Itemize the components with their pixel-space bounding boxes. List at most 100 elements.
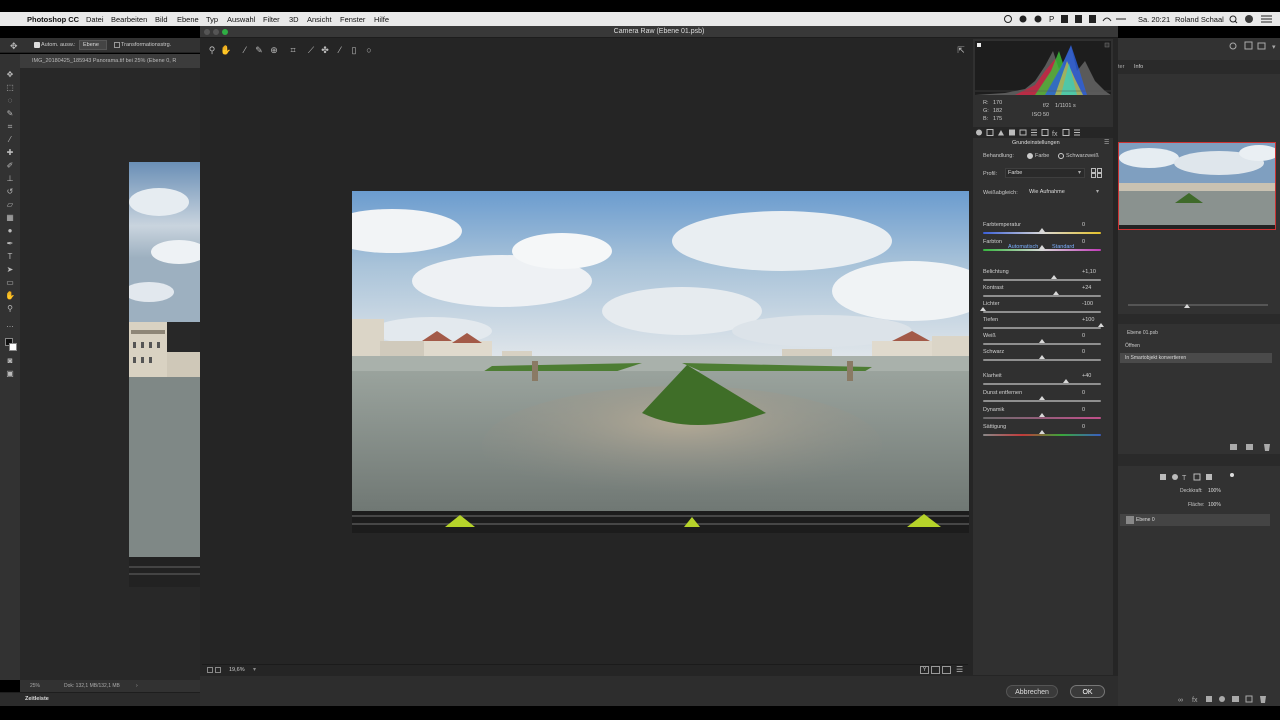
menu-typ[interactable]: Typ <box>206 15 218 24</box>
slider-value[interactable]: +100 <box>1082 317 1098 323</box>
slider-thumb[interactable] <box>1039 339 1045 343</box>
adjustment-brush-icon[interactable]: ⁄ <box>334 44 346 56</box>
menu-app-name[interactable]: Photoshop CC <box>27 15 79 24</box>
eraser-icon[interactable]: ▱ <box>5 200 15 210</box>
slider-value[interactable]: 0 <box>1082 407 1098 413</box>
slider-track[interactable] <box>983 311 1101 313</box>
slider-track[interactable] <box>983 359 1101 361</box>
menu-hilfe[interactable]: Hilfe <box>374 15 389 24</box>
menu-auswahl[interactable]: Auswahl <box>227 15 255 24</box>
navigator-thumbnail[interactable] <box>1118 142 1276 230</box>
slider-thumb[interactable] <box>1039 396 1045 400</box>
ps-document-tab[interactable]: IMG_20180425_185943 Panorama.tif bei 25%… <box>20 54 200 68</box>
slider-value[interactable]: +1,10 <box>1082 269 1098 275</box>
marquee-icon[interactable]: ⬚ <box>5 83 15 93</box>
copy-settings-icon[interactable] <box>942 666 951 674</box>
quick-mask-icon[interactable]: ◙ <box>5 356 15 366</box>
spot-removal-icon[interactable]: ✤ <box>319 44 331 56</box>
zoom-icon[interactable]: ⚲ <box>5 304 15 314</box>
slider-track[interactable] <box>983 417 1101 419</box>
menu-3d[interactable]: 3D <box>289 15 299 24</box>
menu-bild[interactable]: Bild <box>155 15 168 24</box>
before-after-icon[interactable]: Y <box>920 666 929 674</box>
zoom-tool-icon[interactable]: ⚲ <box>206 44 218 56</box>
dodge-icon[interactable]: ● <box>5 226 15 236</box>
stamp-icon[interactable]: ⊥ <box>5 174 15 184</box>
hand-icon[interactable]: ✋ <box>5 291 15 301</box>
layer-row[interactable]: Ebene 0 <box>1120 514 1270 526</box>
history-file-row[interactable]: Ebene 01.psb <box>1118 328 1272 338</box>
layer-name[interactable]: Ebene 0 <box>1136 517 1155 523</box>
slider-value[interactable]: +40 <box>1082 373 1098 379</box>
type-icon[interactable]: T <box>5 252 15 262</box>
healing-icon[interactable]: ✚ <box>5 148 15 158</box>
white-balance-tool-icon[interactable]: ⁄ <box>239 44 251 56</box>
menubar-extras[interactable] <box>1228 14 1276 24</box>
history-brush-icon[interactable]: ↺ <box>5 187 15 197</box>
quick-select-icon[interactable]: ✎ <box>5 109 15 119</box>
slider-track[interactable] <box>983 383 1101 385</box>
history-item-selected[interactable]: In Smartobjekt konvertieren <box>1120 353 1272 363</box>
tab-info[interactable]: Info <box>1134 64 1143 70</box>
radial-filter-icon[interactable]: ○ <box>363 44 375 56</box>
slider-thumb[interactable] <box>1039 228 1045 232</box>
transform-checkbox[interactable] <box>114 42 120 48</box>
navigator-zoom-thumb[interactable] <box>1184 304 1190 308</box>
opacity-value[interactable]: 100% <box>1208 488 1221 494</box>
lasso-icon[interactable]: ◌ <box>5 96 15 106</box>
auto-select-dropdown[interactable]: Ebene <box>79 40 107 50</box>
path-select-icon[interactable]: ➤ <box>5 265 15 275</box>
pen-icon[interactable]: ✒ <box>5 239 15 249</box>
slider-track[interactable] <box>983 232 1101 234</box>
eyedropper-icon[interactable]: ⁄ <box>5 135 15 145</box>
menu-datei[interactable]: Datei <box>86 15 104 24</box>
close-window-icon[interactable] <box>204 29 210 35</box>
fill-value[interactable]: 100% <box>1208 502 1221 508</box>
history-actions[interactable] <box>1228 442 1278 452</box>
slider-thumb[interactable] <box>1039 245 1045 249</box>
slider-track[interactable] <box>983 327 1101 329</box>
move-tool-icon[interactable]: ✥ <box>10 41 18 52</box>
menu-filter[interactable]: Filter <box>263 15 280 24</box>
move-icon[interactable]: ✥ <box>5 70 15 80</box>
slider-thumb[interactable] <box>980 307 986 311</box>
targeted-adjustment-icon[interactable]: ⊕ <box>268 44 280 56</box>
zoom-out-icon[interactable] <box>207 667 213 673</box>
zoom-window-icon[interactable] <box>222 29 228 35</box>
slider-thumb[interactable] <box>1062 379 1069 383</box>
slider-value[interactable]: 0 <box>1082 390 1098 396</box>
slider-value[interactable]: 0 <box>1082 349 1098 355</box>
menubar-user[interactable]: Roland Schaal <box>1175 15 1224 24</box>
menu-bearbeiten[interactable]: Bearbeiten <box>111 15 147 24</box>
menu-ansicht[interactable]: Ansicht <box>307 15 332 24</box>
crop-tool-icon[interactable]: ⌗ <box>287 44 299 56</box>
menu-fenster[interactable]: Fenster <box>340 15 365 24</box>
slider-thumb[interactable] <box>1098 323 1104 327</box>
history-item[interactable]: Öffnen <box>1118 341 1272 351</box>
zoom-in-icon[interactable] <box>215 667 221 673</box>
more-tools-icon[interactable]: … <box>5 320 15 330</box>
slider-value[interactable]: 0 <box>1082 424 1098 430</box>
slider-value[interactable]: 0 <box>1082 222 1098 228</box>
slider-thumb[interactable] <box>1053 291 1060 295</box>
zoom-level[interactable]: 19,6% <box>229 667 245 673</box>
zoom-dropdown-icon[interactable]: ▾ <box>253 666 256 673</box>
slider-value[interactable]: 0 <box>1082 239 1098 245</box>
camera-raw-preview[interactable] <box>202 61 969 664</box>
navigator-zoom-slider[interactable] <box>1128 304 1268 306</box>
swap-settings-icon[interactable] <box>931 666 940 674</box>
fullscreen-icon[interactable]: ⇱ <box>955 44 967 56</box>
background-color-swatch[interactable] <box>9 343 17 351</box>
slider-thumb[interactable] <box>1039 355 1045 359</box>
ok-button[interactable]: OK <box>1070 685 1105 698</box>
layer-filter-icons[interactable]: T <box>1158 472 1238 482</box>
slider-track[interactable] <box>983 434 1101 436</box>
straighten-tool-icon[interactable]: ⟋ <box>305 44 317 56</box>
screen-mode-icon[interactable]: ▣ <box>5 369 15 379</box>
preview-image[interactable] <box>352 191 969 533</box>
slider-thumb[interactable] <box>1039 413 1045 417</box>
color-sampler-icon[interactable]: ✎ <box>253 44 265 56</box>
slider-value[interactable]: 0 <box>1082 333 1098 339</box>
slider-track[interactable] <box>983 279 1101 281</box>
menu-ebene[interactable]: Ebene <box>177 15 199 24</box>
